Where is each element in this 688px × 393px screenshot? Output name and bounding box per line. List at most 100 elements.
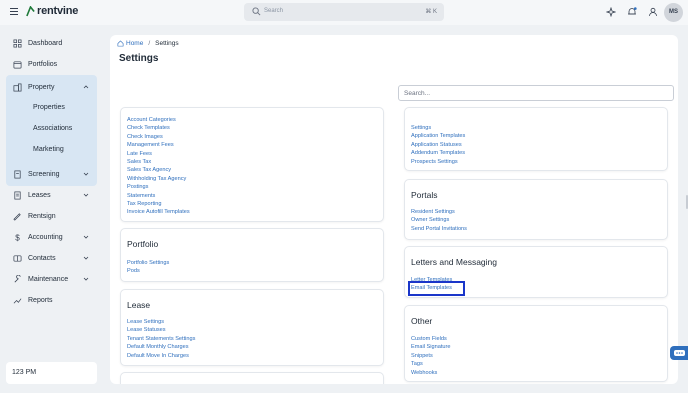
sidebar-item-reports[interactable]: Reports bbox=[6, 291, 97, 309]
link-tags[interactable]: Tags bbox=[411, 360, 451, 368]
link-management-fees[interactable]: Management Fees bbox=[127, 141, 190, 149]
card-title-portfolio: Portfolio bbox=[127, 239, 159, 249]
sidebar-subitem-associations[interactable]: Associations bbox=[33, 125, 72, 132]
breadcrumb-separator: / bbox=[148, 40, 151, 47]
sidebar-item-label: Property bbox=[28, 83, 55, 91]
card-title-portals: Portals bbox=[411, 190, 438, 200]
link-tenant-statements-settings[interactable]: Tenant Statements Settings bbox=[127, 335, 195, 343]
sidebar-item-maintenance[interactable]: Maintenance bbox=[6, 270, 97, 288]
sidebar-item-label: Maintenance bbox=[28, 275, 69, 283]
link-letter-templates[interactable]: Letter Templates bbox=[411, 276, 462, 284]
sidebar-item-label: Contacts bbox=[28, 254, 56, 262]
settings-panel: Home / Settings Settings Account Categor… bbox=[110, 35, 678, 384]
bell-icon[interactable] bbox=[627, 7, 637, 17]
card-links: Resident Settings Owner Settings Send Po… bbox=[411, 208, 467, 233]
link-late-fees[interactable]: Late Fees bbox=[127, 150, 190, 158]
sidebar-item-rentsign[interactable]: Rentsign bbox=[6, 207, 97, 225]
link-application-templates[interactable]: Application Templates bbox=[411, 132, 465, 140]
link-snippets[interactable]: Snippets bbox=[411, 352, 451, 360]
card-other: Other Custom Fields Email Signature Snip… bbox=[404, 305, 668, 382]
link-owner-settings[interactable]: Owner Settings bbox=[411, 216, 467, 224]
sparkle-icon[interactable] bbox=[606, 7, 616, 17]
wrench-icon bbox=[14, 274, 21, 282]
link-statements[interactable]: Statements bbox=[127, 192, 190, 200]
user-icon[interactable] bbox=[648, 7, 658, 17]
search-icon bbox=[252, 7, 261, 16]
building-icon bbox=[13, 83, 22, 91]
card-links: Letter Templates Email Templates bbox=[408, 276, 465, 296]
sidebar-item-property[interactable]: Property bbox=[6, 78, 97, 96]
sidebar-item-label: Reports bbox=[28, 296, 53, 304]
card-links: Account Categories Check Templates Check… bbox=[127, 116, 190, 217]
link-lease-settings[interactable]: Lease Settings bbox=[127, 318, 195, 326]
clock-widget: 123 PM bbox=[6, 362, 97, 384]
link-screening-settings[interactable]: Settings bbox=[411, 124, 465, 132]
reports-icon bbox=[13, 297, 22, 303]
link-invoice-autofill-templates[interactable]: Invoice Autofill Templates bbox=[127, 208, 190, 216]
sidebar-item-leases[interactable]: Leases bbox=[6, 186, 97, 204]
link-webhooks[interactable]: Webhooks bbox=[411, 369, 451, 377]
chat-widget-button[interactable] bbox=[670, 346, 688, 360]
link-account-categories[interactable]: Account Categories bbox=[127, 116, 190, 124]
link-check-templates[interactable]: Check Templates bbox=[127, 124, 190, 132]
breadcrumb-home-link[interactable]: Home bbox=[126, 40, 143, 47]
chat-icon bbox=[674, 350, 685, 356]
sidebar-item-accounting[interactable]: $ Accounting bbox=[6, 228, 97, 246]
sidebar-item-portfolios[interactable]: Portfolios bbox=[6, 55, 97, 73]
settings-search-field[interactable] bbox=[398, 85, 674, 101]
link-default-monthly-charges[interactable]: Default Monthly Charges bbox=[127, 343, 195, 351]
card-lease: Lease Lease Settings Lease Statuses Tena… bbox=[120, 289, 384, 366]
link-withholding-tax-agency[interactable]: Withholding Tax Agency bbox=[127, 175, 190, 183]
card-partial bbox=[120, 372, 384, 384]
avatar[interactable]: MS bbox=[664, 3, 683, 22]
card-title-other: Other bbox=[411, 316, 433, 326]
chevron-down-icon bbox=[83, 172, 89, 176]
sidebar-subitem-marketing[interactable]: Marketing bbox=[33, 146, 64, 153]
link-send-portal-invitations[interactable]: Send Portal Invitations bbox=[411, 225, 467, 233]
breadcrumb-current: Settings bbox=[155, 40, 179, 47]
link-prospects-settings[interactable]: Prospects Settings bbox=[411, 158, 465, 166]
link-pods[interactable]: Pods bbox=[127, 267, 169, 275]
sidebar-item-screening[interactable]: Screening bbox=[6, 165, 97, 183]
global-search-input[interactable]: Search ⌘ K bbox=[244, 3, 444, 21]
link-sales-tax[interactable]: Sales Tax bbox=[127, 158, 190, 166]
link-email-templates[interactable]: Email Templates bbox=[408, 281, 465, 296]
link-check-images[interactable]: Check Images bbox=[127, 133, 190, 141]
home-icon bbox=[117, 40, 124, 47]
sidebar-item-dashboard[interactable]: Dashboard bbox=[6, 34, 97, 52]
logo[interactable]: rentvine bbox=[26, 5, 78, 17]
card-title-letters-messaging: Letters and Messaging bbox=[411, 257, 497, 267]
link-sales-tax-agency[interactable]: Sales Tax Agency bbox=[127, 166, 190, 174]
link-addendum-templates[interactable]: Addendum Templates bbox=[411, 149, 465, 157]
card-title-lease: Lease bbox=[127, 300, 151, 310]
link-lease-statuses[interactable]: Lease Statuses bbox=[127, 326, 195, 334]
card-portals: Portals Resident Settings Owner Settings… bbox=[404, 179, 668, 240]
hamburger-menu-icon[interactable] bbox=[10, 8, 18, 15]
sidebar-item-label: Dashboard bbox=[28, 39, 63, 47]
link-custom-fields[interactable]: Custom Fields bbox=[411, 335, 451, 343]
rentvine-logo-icon bbox=[26, 5, 35, 16]
link-default-move-in-charges[interactable]: Default Move In Charges bbox=[127, 352, 195, 360]
sidebar-item-label: Accounting bbox=[28, 233, 63, 241]
lease-icon bbox=[14, 191, 21, 199]
search-placeholder: Search bbox=[264, 8, 284, 14]
link-resident-settings[interactable]: Resident Settings bbox=[411, 208, 467, 216]
link-application-statuses[interactable]: Application Statuses bbox=[411, 141, 465, 149]
dollar-icon: $ bbox=[15, 233, 20, 241]
link-email-signature[interactable]: Email Signature bbox=[411, 343, 451, 351]
contacts-icon bbox=[13, 254, 22, 262]
card-links: Custom Fields Email Signature Snippets T… bbox=[411, 335, 451, 377]
card-accounting: Account Categories Check Templates Check… bbox=[120, 107, 384, 222]
portfolio-icon bbox=[13, 60, 22, 68]
settings-search-input[interactable] bbox=[399, 86, 673, 100]
link-portfolio-settings[interactable]: Portfolio Settings bbox=[127, 259, 169, 267]
clock-time: 123 PM bbox=[12, 369, 37, 376]
link-postings[interactable]: Postings bbox=[127, 183, 190, 191]
screening-icon bbox=[14, 170, 21, 178]
sidebar-item-contacts[interactable]: Contacts bbox=[6, 249, 97, 267]
link-tax-reporting[interactable]: Tax Reporting bbox=[127, 200, 190, 208]
sidebar-subitem-properties[interactable]: Properties bbox=[33, 104, 65, 111]
card-links: Portfolio Settings Pods bbox=[127, 259, 169, 276]
sidebar-item-label: Rentsign bbox=[28, 212, 56, 220]
breadcrumb: Home / Settings bbox=[117, 40, 179, 47]
